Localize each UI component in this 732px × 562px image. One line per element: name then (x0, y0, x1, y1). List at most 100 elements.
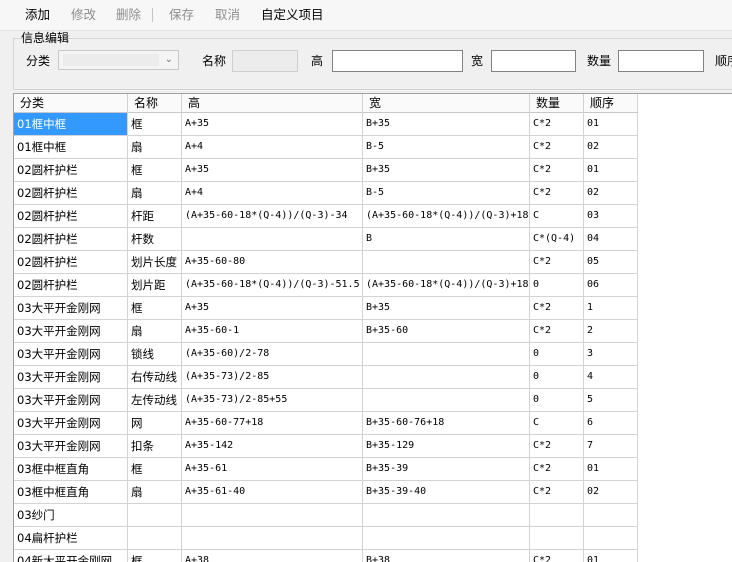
cell-height[interactable]: (A+35-60)/2-78 (182, 343, 363, 366)
column-header-name[interactable]: 名称 (128, 94, 182, 113)
column-header-height[interactable]: 高 (182, 94, 363, 113)
cell-order[interactable]: 02 (584, 136, 638, 159)
cell-name[interactable]: 划片距 (128, 274, 182, 297)
cell-height[interactable]: A+35-61-40 (182, 481, 363, 504)
cell-category[interactable]: 02圆杆护栏 (14, 182, 128, 205)
custom-items-button[interactable]: 自定义项目 (261, 7, 324, 23)
cell-width[interactable] (363, 504, 530, 527)
cell-height[interactable]: (A+35-60-18*(Q-4))/(Q-3)-34 (182, 205, 363, 228)
cell-name[interactable]: 杆距 (128, 205, 182, 228)
cell-category[interactable]: 03大平开金刚网 (14, 366, 128, 389)
cell-width[interactable] (363, 366, 530, 389)
cell-category[interactable]: 03框中框直角 (14, 481, 128, 504)
cell-order[interactable]: 02 (584, 182, 638, 205)
cell-category[interactable]: 04扁杆护栏 (14, 527, 128, 550)
cell-order[interactable] (584, 527, 638, 550)
cell-width[interactable] (363, 251, 530, 274)
cell-quantity[interactable]: C*2 (530, 481, 584, 504)
cell-category[interactable]: 02圆杆护栏 (14, 228, 128, 251)
cell-height[interactable]: A+35 (182, 297, 363, 320)
cell-quantity[interactable]: C*2 (530, 458, 584, 481)
cell-quantity[interactable]: C*2 (530, 251, 584, 274)
cell-quantity[interactable]: C*2 (530, 297, 584, 320)
cell-height[interactable]: (A+35-73)/2-85 (182, 366, 363, 389)
cancel-button[interactable]: 取消 (215, 7, 240, 23)
cell-name[interactable] (128, 527, 182, 550)
cell-order[interactable]: 6 (584, 412, 638, 435)
cell-width[interactable]: B+35-129 (363, 435, 530, 458)
cell-width[interactable]: (A+35-60-18*(Q-4))/(Q-3)+18 (363, 205, 530, 228)
cell-quantity[interactable] (530, 527, 584, 550)
cell-width[interactable]: B (363, 228, 530, 251)
cell-name[interactable]: 扇 (128, 182, 182, 205)
cell-width[interactable]: B+35-60-76+18 (363, 412, 530, 435)
cell-quantity[interactable]: 0 (530, 366, 584, 389)
name-input[interactable] (232, 50, 298, 72)
cell-order[interactable]: 03 (584, 205, 638, 228)
cell-category[interactable]: 03大平开金刚网 (14, 320, 128, 343)
cell-category[interactable]: 01框中框 (14, 113, 128, 136)
cell-quantity[interactable]: C*2 (530, 113, 584, 136)
cell-height[interactable]: A+35-60-80 (182, 251, 363, 274)
cell-height[interactable]: A+38 (182, 550, 363, 562)
cell-height[interactable]: A+35-60-77+18 (182, 412, 363, 435)
delete-button[interactable]: 删除 (116, 7, 141, 23)
cell-width[interactable] (363, 389, 530, 412)
cell-category[interactable]: 03大平开金刚网 (14, 435, 128, 458)
cell-category[interactable]: 02圆杆护栏 (14, 159, 128, 182)
cell-height[interactable] (182, 228, 363, 251)
cell-height[interactable] (182, 504, 363, 527)
cell-name[interactable]: 扇 (128, 481, 182, 504)
items-grid[interactable]: 分类 名称高宽数量 顺序 01框中框框 A+35 B+35 C*2 01 01框中框扇 A+4 B… (13, 93, 732, 562)
cell-quantity[interactable]: 0 (530, 389, 584, 412)
cell-width[interactable]: (A+35-60-18*(Q-4))/(Q-3)+18 (363, 274, 530, 297)
cell-order[interactable]: 01 (584, 159, 638, 182)
cell-width[interactable] (363, 527, 530, 550)
cell-category[interactable]: 02圆杆护栏 (14, 274, 128, 297)
cell-category[interactable]: 02圆杆护栏 (14, 205, 128, 228)
cell-order[interactable]: 01 (584, 113, 638, 136)
cell-name[interactable]: 框 (128, 550, 182, 562)
cell-name[interactable]: 左传动线 (128, 389, 182, 412)
cell-order[interactable] (584, 504, 638, 527)
cell-quantity[interactable]: 0 (530, 274, 584, 297)
cell-quantity[interactable]: 0 (530, 343, 584, 366)
cell-width[interactable]: B+35-60 (363, 320, 530, 343)
cell-name[interactable]: 框 (128, 297, 182, 320)
cell-order[interactable]: 5 (584, 389, 638, 412)
cell-name[interactable]: 扇 (128, 136, 182, 159)
cell-name[interactable]: 框 (128, 113, 182, 136)
cell-category[interactable]: 02圆杆护栏 (14, 251, 128, 274)
cell-category[interactable]: 04新大平开金刚网 (14, 550, 128, 562)
cell-width[interactable]: B+35 (363, 159, 530, 182)
cell-name[interactable]: 划片长度 (128, 251, 182, 274)
cell-quantity[interactable]: C*2 (530, 320, 584, 343)
cell-height[interactable]: A+35 (182, 159, 363, 182)
cell-category[interactable]: 03框中框直角 (14, 458, 128, 481)
cell-quantity[interactable]: C*2 (530, 550, 584, 562)
edit-button[interactable]: 修改 (71, 7, 96, 23)
cell-quantity[interactable]: C*2 (530, 182, 584, 205)
cell-category[interactable]: 03大平开金刚网 (14, 343, 128, 366)
cell-category[interactable]: 03纱门 (14, 504, 128, 527)
cell-height[interactable]: A+35-61 (182, 458, 363, 481)
cell-name[interactable]: 杆数 (128, 228, 182, 251)
cell-name[interactable]: 锁线 (128, 343, 182, 366)
cell-height[interactable]: (A+35-73)/2-85+55 (182, 389, 363, 412)
cell-order[interactable]: 4 (584, 366, 638, 389)
cell-order[interactable]: 01 (584, 550, 638, 562)
add-button[interactable]: 添加 (25, 7, 50, 23)
cell-width[interactable]: B+38 (363, 550, 530, 562)
save-button[interactable]: 保存 (169, 7, 194, 23)
cell-name[interactable]: 扣条 (128, 435, 182, 458)
cell-category[interactable]: 03大平开金刚网 (14, 412, 128, 435)
column-header-category[interactable]: 分类 (14, 94, 128, 113)
cell-name[interactable]: 扇 (128, 320, 182, 343)
cell-order[interactable]: 04 (584, 228, 638, 251)
cell-height[interactable]: A+4 (182, 136, 363, 159)
cell-quantity[interactable]: C (530, 205, 584, 228)
cell-width[interactable]: B-5 (363, 182, 530, 205)
cell-name[interactable] (128, 504, 182, 527)
cell-width[interactable]: B+35 (363, 113, 530, 136)
cell-height[interactable]: A+35-142 (182, 435, 363, 458)
